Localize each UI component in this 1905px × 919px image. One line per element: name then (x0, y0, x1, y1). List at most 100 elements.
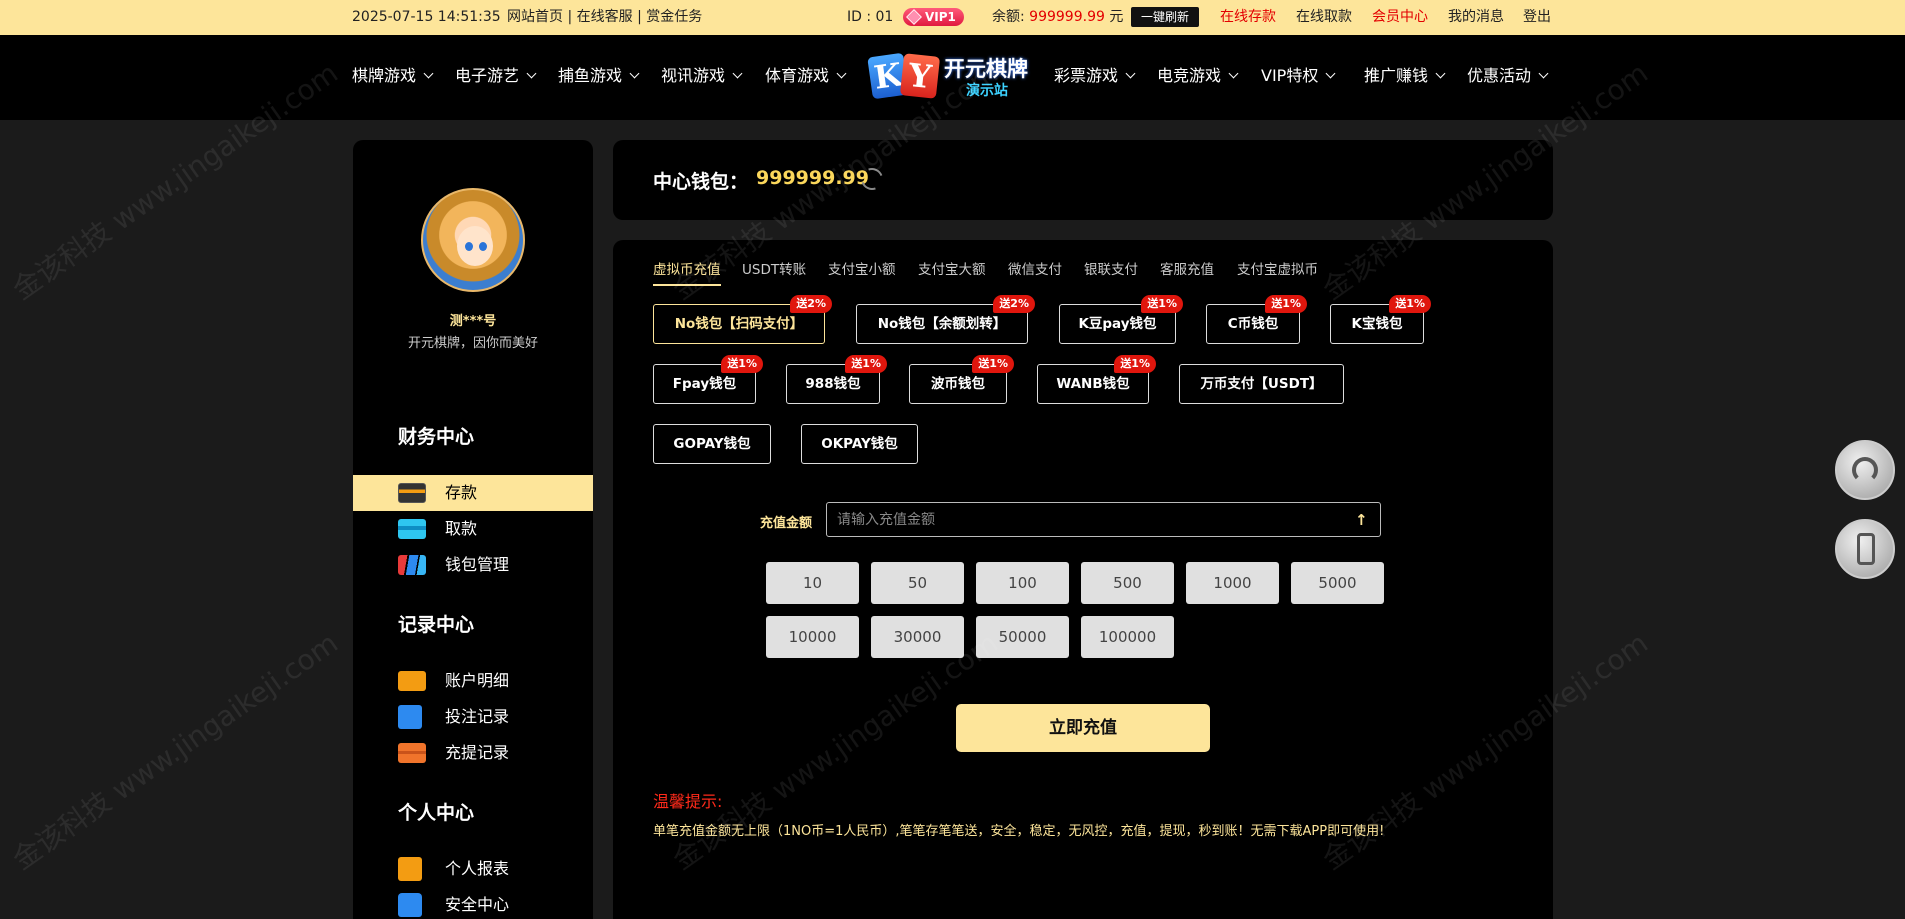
link-online-service[interactable]: 在线客服 (577, 9, 633, 25)
card-icon (398, 519, 426, 539)
nav-slots[interactable]: 电子游艺 (455, 35, 537, 120)
ky-logo-icon: KY (867, 51, 942, 101)
balance-value: 999999.99 (1029, 9, 1105, 25)
recharge-now-button[interactable]: 立即充值 (956, 704, 1210, 752)
tab-service-recharge[interactable]: 客服充值 (1160, 258, 1214, 286)
wallet-amount: 999999.99 (756, 167, 869, 189)
nav-lottery[interactable]: 彩票游戏 (1054, 35, 1136, 120)
amount-option[interactable]: 1000 (1186, 562, 1279, 604)
sidebar-item-bet-records[interactable]: 投注记录 (353, 699, 593, 735)
pay-method-wanbi-usdt[interactable]: 万币支付【USDT】 (1179, 364, 1344, 404)
nav-sports[interactable]: 体育游戏 (765, 35, 847, 120)
site-logo[interactable]: KY 开元棋牌 演示站 (867, 51, 1035, 101)
sidebar-item-account-details[interactable]: 账户明细 (353, 663, 593, 699)
sidebar-item-security[interactable]: 安全中心 (353, 887, 593, 919)
pay-method-no-scan[interactable]: No钱包【扫码支付】 送2% (653, 295, 832, 344)
wallet-label: 中心钱包： (653, 171, 749, 193)
tab-wechat[interactable]: 微信支付 (1008, 258, 1062, 286)
phone-icon (1857, 533, 1875, 565)
pay-method-bobi[interactable]: 波币钱包 送1% (909, 355, 1014, 404)
pay-method-no-balance[interactable]: No钱包【余额划转】 送2% (856, 295, 1035, 344)
card-icon (398, 483, 426, 503)
slogan: 开元棋牌，因你而美好 (407, 336, 538, 351)
pay-method-fpay[interactable]: Fpay钱包 送1% (653, 355, 763, 404)
pay-method-kbao[interactable]: K宝钱包 送1% (1330, 295, 1431, 344)
section-finance: 财务中心 (398, 426, 475, 448)
amount-option[interactable]: 10000 (766, 616, 859, 658)
section-personal: 个人中心 (398, 802, 475, 824)
pay-method-988[interactable]: 988钱包 送1% (786, 355, 887, 404)
nav-offers[interactable]: 优惠活动 (1467, 35, 1549, 120)
chevron-down-icon (1325, 68, 1336, 79)
amount-label: 充值金额 (760, 516, 813, 531)
tab-alipay-crypto[interactable]: 支付宝虚拟币 (1237, 258, 1318, 286)
nav-esports[interactable]: 电竞游戏 (1157, 35, 1239, 120)
lock-icon (398, 893, 422, 917)
sidebar-item-deposit[interactable]: 存款 (353, 475, 593, 511)
id-card-icon (398, 671, 426, 691)
chevron-down-icon (423, 68, 434, 79)
section-records: 记录中心 (398, 614, 475, 636)
amount-option[interactable]: 500 (1081, 562, 1174, 604)
nav-fishing[interactable]: 捕鱼游戏 (558, 35, 640, 120)
tab-alipay-large[interactable]: 支付宝大额 (918, 258, 986, 286)
link-member-center[interactable]: 会员中心 (1372, 0, 1428, 35)
pay-method-kdou[interactable]: K豆pay钱包 送1% (1059, 295, 1183, 344)
amount-option[interactable]: 5000 (1291, 562, 1384, 604)
amount-option[interactable]: 30000 (871, 616, 964, 658)
vip-badge-wrap: VIP1 (903, 0, 964, 35)
tab-crypto[interactable]: 虚拟币充值 (653, 258, 721, 286)
link-home[interactable]: 网站首页 (507, 9, 563, 25)
tips-title: 温馨提示: (653, 792, 723, 811)
refresh-balance-button[interactable]: 一键刷新 (1131, 7, 1200, 27)
amount-input[interactable] (826, 502, 1381, 537)
arrow-up-icon[interactable]: ↑ (1355, 511, 1368, 529)
tab-unionpay[interactable]: 银联支付 (1084, 258, 1138, 286)
amount-option[interactable]: 100000 (1081, 616, 1174, 658)
diamond-icon (906, 9, 922, 25)
link-online-withdraw[interactable]: 在线取款 (1296, 0, 1352, 35)
link-my-messages[interactable]: 我的消息 (1448, 0, 1504, 35)
nav-card-games[interactable]: 棋牌游戏 (352, 35, 434, 120)
datetime: 2025-07-15 14:51:35 (352, 9, 501, 25)
link-online-deposit[interactable]: 在线存款 (1220, 0, 1276, 35)
chevron-down-icon (732, 68, 743, 79)
mobile-app-button[interactable] (1835, 519, 1895, 579)
nav-live[interactable]: 视讯游戏 (661, 35, 743, 120)
username: 测***号 (449, 314, 497, 329)
balance: 余额: 999999.99 元 (992, 9, 1124, 25)
logo-subtitle: 演示站 (966, 83, 1008, 99)
nav-promotion[interactable]: 推广赚钱 (1364, 35, 1446, 120)
pay-method-wanb[interactable]: WANB钱包 送1% (1037, 355, 1156, 404)
amount-option[interactable]: 50 (871, 562, 964, 604)
user-id: ID : 01 (847, 9, 894, 25)
logo-title: 开元棋牌 (944, 57, 1028, 81)
refresh-wrap: 一键刷新 (1131, 0, 1200, 35)
sidebar-item-recharge-records[interactable]: 充提记录 (353, 735, 593, 771)
edit-report-icon (398, 857, 422, 881)
nav-vip[interactable]: VIP特权 (1261, 35, 1336, 120)
chevron-down-icon (629, 68, 640, 79)
chevron-down-icon (1125, 68, 1136, 79)
pay-method-okpay[interactable]: OKPAY钱包 (801, 424, 918, 464)
chevron-down-icon (1435, 68, 1446, 79)
amount-option[interactable]: 50000 (976, 616, 1069, 658)
card-transfer-icon (398, 743, 426, 763)
sidebar-item-withdraw[interactable]: 取款 (353, 511, 593, 547)
tab-alipay-small[interactable]: 支付宝小额 (828, 258, 896, 286)
pay-method-cbi[interactable]: C币钱包 送1% (1206, 295, 1307, 344)
watermark: 金该科技 www.jingaikeji.com (6, 626, 344, 877)
link-bounty[interactable]: 赏金任务 (646, 9, 702, 25)
deposit-panel: 虚拟币充值 USDT转账 支付宝小额 支付宝大额 微信支付 银联支付 客服充值 … (613, 240, 1553, 919)
amount-option[interactable]: 10 (766, 562, 859, 604)
customer-service-button[interactable] (1835, 440, 1895, 500)
link-logout[interactable]: 登出 (1523, 0, 1551, 35)
chevron-down-icon (1538, 68, 1549, 79)
sidebar: 测***号 开元棋牌，因你而美好 财务中心 存款 取款 钱包管理 记录中心 账户… (353, 140, 593, 919)
sidebar-item-report[interactable]: 个人报表 (353, 851, 593, 887)
tab-usdt-transfer[interactable]: USDT转账 (742, 258, 806, 286)
sidebar-item-wallet[interactable]: 钱包管理 (353, 547, 593, 583)
wallet-card: 中心钱包： 999999.99 (613, 140, 1553, 220)
pay-method-gopay[interactable]: GOPAY钱包 (653, 424, 771, 464)
amount-option[interactable]: 100 (976, 562, 1069, 604)
